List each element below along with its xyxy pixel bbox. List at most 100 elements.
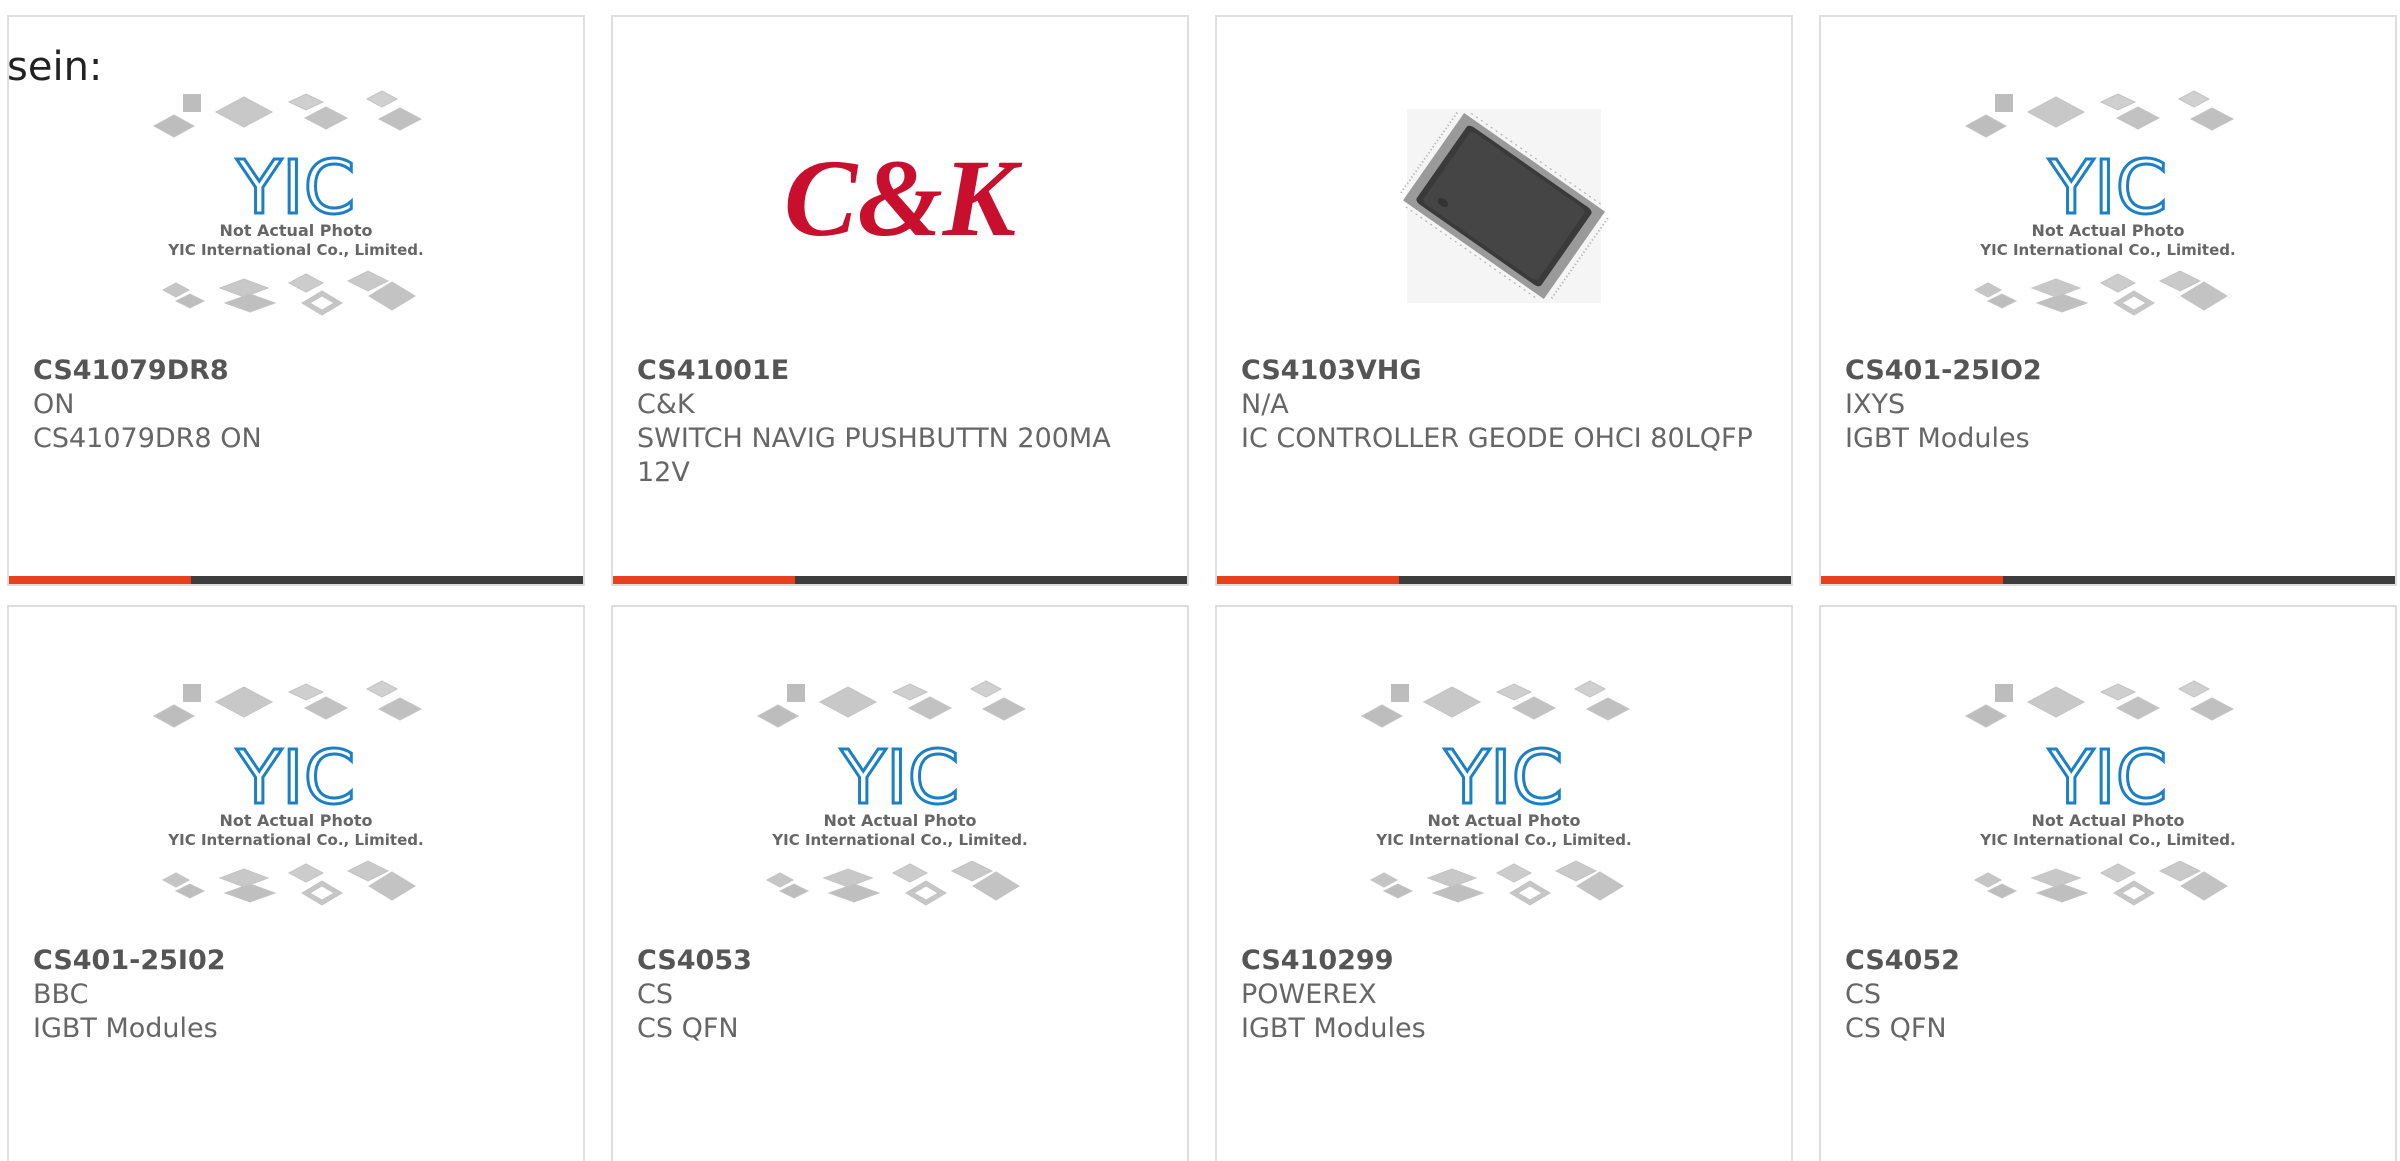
chip-shape xyxy=(174,883,206,899)
chip-shape xyxy=(377,697,423,721)
product-part-number[interactable]: CS4053 xyxy=(637,944,1167,978)
chip-shape xyxy=(2189,107,2235,131)
ck-logo-icon: C&K xyxy=(613,85,1187,347)
chip-shape xyxy=(1360,704,1404,728)
company-name-label: YIC International Co., Limited. xyxy=(167,831,423,849)
chip-shape xyxy=(365,680,399,698)
chip-shape xyxy=(152,114,196,138)
chip-shape xyxy=(1511,696,1557,720)
product-manufacturer: POWEREX xyxy=(1241,979,1377,1010)
product-part-number[interactable]: CS401-25IO2 xyxy=(1845,354,2375,388)
chip-shape xyxy=(2035,883,2089,903)
chip-shape xyxy=(1391,684,1409,702)
chip-shape xyxy=(174,293,206,309)
ck-logo-text: C&K xyxy=(784,137,1023,259)
yic-placeholder-graphic: YICNot Actual PhotoYIC International Co.… xyxy=(1360,680,1632,906)
product-card[interactable]: YIC Not Actual Photo YIC International Co.… xyxy=(611,605,1189,1161)
not-actual-photo-label: Not Actual Photo xyxy=(2031,221,2184,240)
product-part-number[interactable]: CS401-25I02 xyxy=(33,944,563,978)
chip-shape xyxy=(287,863,325,883)
chip-shape xyxy=(2030,278,2082,298)
chip-shape xyxy=(765,872,795,888)
not-actual-photo-placeholder-icon: YIC Not Actual Photo YIC International Co.… xyxy=(1821,85,2395,347)
chip-shape xyxy=(218,278,270,298)
chip-shape xyxy=(969,680,1003,698)
chip-shape xyxy=(287,273,325,293)
chip-shape xyxy=(2189,697,2235,721)
yic-logo: YIC xyxy=(840,735,960,821)
product-card[interactable]: YIC Not Actual Photo YIC International Co.… xyxy=(1819,605,2397,1161)
chip-shape xyxy=(2026,686,2086,718)
chip-shape xyxy=(303,696,349,720)
yic-logo: YIC xyxy=(2048,145,2168,231)
not-actual-photo-label: Not Actual Photo xyxy=(823,811,976,830)
product-manufacturer: BBC xyxy=(33,979,89,1010)
yic-placeholder-graphic: YICNot Actual PhotoYIC International Co.… xyxy=(152,680,424,906)
company-name-label: YIC International Co., Limited. xyxy=(1979,241,2235,259)
not-actual-photo-label: Not Actual Photo xyxy=(1427,811,1580,830)
chip-shape xyxy=(1973,872,2003,888)
chip-shape xyxy=(1995,684,2013,702)
chip-shape xyxy=(1495,863,1533,883)
chip-shape xyxy=(223,883,277,903)
chip-shape xyxy=(161,282,191,298)
chip-shape xyxy=(1964,114,2008,138)
product-part-number[interactable]: CS41079DR8 xyxy=(33,354,563,388)
chip-shape xyxy=(1986,293,2018,309)
product-manufacturer: N/A xyxy=(1241,389,1289,420)
product-manufacturer: CS xyxy=(637,979,673,1010)
company-name-label: YIC International Co., Limited. xyxy=(167,241,423,259)
chip-shape xyxy=(2177,90,2211,108)
not-actual-photo-placeholder-icon: YIC Not Actual Photo YIC International Co.… xyxy=(1217,675,1791,937)
product-description: IGBT Modules xyxy=(33,1013,218,1044)
card-footer-bar xyxy=(1821,576,2395,584)
product-card[interactable]: YIC Not Actual Photo YIC International Co.… xyxy=(7,605,585,1161)
chip-shape xyxy=(1495,683,1533,701)
chip-shape xyxy=(183,684,201,702)
product-card[interactable]: C&K CS41001E C&K SWITCH NAVIG PUSHBUTTN … xyxy=(611,15,1189,586)
product-card[interactable]: YIC Not Actual Photo YIC International Co.… xyxy=(7,15,585,586)
product-part-number[interactable]: CS4103VHG xyxy=(1241,354,1771,388)
chip-shape xyxy=(1585,697,1631,721)
chip-shape xyxy=(161,872,191,888)
product-part-number[interactable]: CS410299 xyxy=(1241,944,1771,978)
product-manufacturer: IXYS xyxy=(1845,389,1906,420)
chip-shape xyxy=(2030,868,2082,888)
chip-shape xyxy=(1369,872,1399,888)
not-actual-photo-placeholder-icon: YIC Not Actual Photo YIC International Co.… xyxy=(9,675,583,937)
product-card[interactable]: YIC Not Actual Photo YIC International Co.… xyxy=(1819,15,2397,586)
product-card[interactable]: CS4103VHG N/A IC CONTROLLER GEODE OHCI 8… xyxy=(1215,15,1793,586)
product-part-number[interactable]: CS41001E xyxy=(637,354,1167,388)
yic-placeholder-graphic: YICNot Actual PhotoYIC International Co.… xyxy=(1964,680,2236,906)
chip-shape xyxy=(2099,93,2137,111)
yic-logo: YIC xyxy=(1444,735,1564,821)
chip-shape xyxy=(827,883,881,903)
product-description: IC CONTROLLER GEODE OHCI 80LQFP xyxy=(1241,423,1753,454)
chip-shape xyxy=(2099,863,2137,883)
section-heading: sein: xyxy=(7,44,103,90)
not-actual-photo-label: Not Actual Photo xyxy=(219,221,372,240)
card-footer-accent xyxy=(1821,576,2003,584)
chip-shape xyxy=(365,90,399,108)
product-description: CS QFN xyxy=(637,1013,739,1044)
product-manufacturer: C&K xyxy=(637,389,695,420)
chip-shape xyxy=(2099,683,2137,701)
chip-shape xyxy=(1431,883,1485,903)
chip-shape xyxy=(2035,293,2089,313)
chip-shape xyxy=(891,863,929,883)
not-actual-photo-label: Not Actual Photo xyxy=(219,811,372,830)
chip-shape xyxy=(1973,282,2003,298)
product-manufacturer: CS xyxy=(1845,979,1881,1010)
product-description: IGBT Modules xyxy=(1241,1013,1426,1044)
chip-shape xyxy=(1964,704,2008,728)
not-actual-photo-placeholder-icon: YIC Not Actual Photo YIC International Co.… xyxy=(9,85,583,347)
chip-shape xyxy=(787,684,805,702)
chip-shape xyxy=(822,868,874,888)
chip-shape xyxy=(218,868,270,888)
product-part-number[interactable]: CS4052 xyxy=(1845,944,2375,978)
chip-shape xyxy=(1422,686,1482,718)
product-description: CS QFN xyxy=(1845,1013,1947,1044)
chip-shape xyxy=(303,106,349,130)
chip-shape xyxy=(2099,273,2137,293)
product-card[interactable]: YIC Not Actual Photo YIC International Co.… xyxy=(1215,605,1793,1161)
